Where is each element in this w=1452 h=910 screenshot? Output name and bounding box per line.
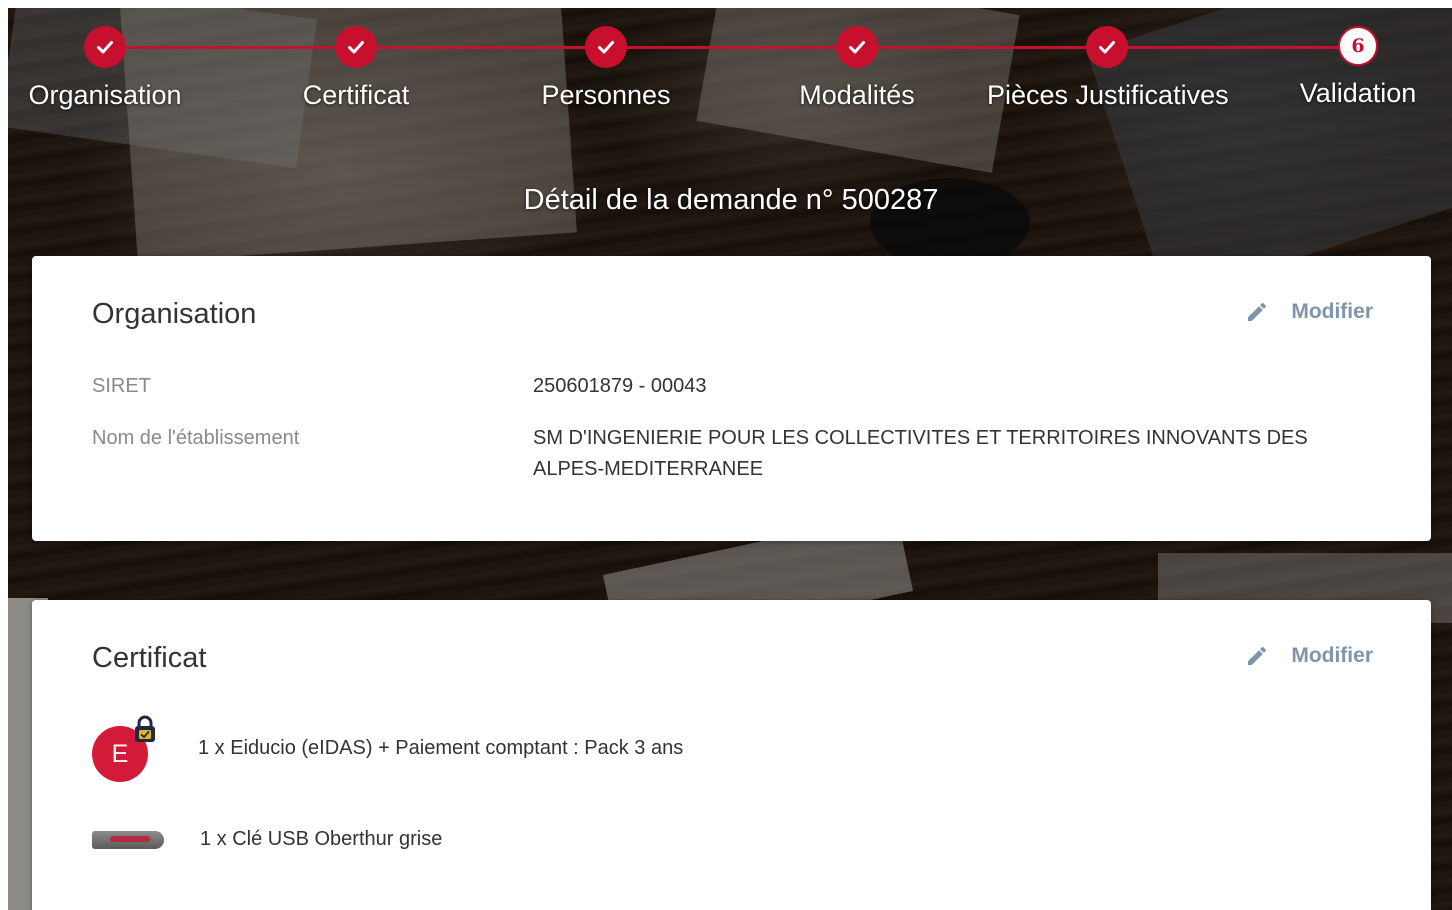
field-value: SM D'INGENIERIE POUR LES COLLECTIVITES E… — [533, 427, 1308, 480]
step-number-badge: 6 — [1338, 26, 1378, 66]
pencil-icon — [1248, 302, 1267, 321]
card-title: Certificat — [92, 642, 207, 674]
page-title: Détail de la demande n° 500287 — [523, 184, 939, 216]
usb-item: 1 x Clé USB Oberthur grise — [92, 828, 442, 851]
step-label: Pièces Justificatives — [987, 80, 1229, 110]
step-pieces-justificatives[interactable]: Pièces Justificatives — [987, 26, 1229, 111]
certificate-item-label: 1 x Eiducio (eIDAS) + Paiement comptant … — [198, 736, 684, 759]
certificate-item: E 1 x Eiducio (eIDAS) + Paiement comptan… — [92, 715, 684, 782]
pencil-icon — [1248, 646, 1267, 665]
modify-certificat-button[interactable]: Modifier — [1245, 644, 1373, 668]
step-label: Personnes — [541, 80, 671, 110]
usb-item-label: 1 x Clé USB Oberthur grise — [200, 828, 443, 850]
card-title: Organisation — [92, 298, 257, 330]
step-modalites[interactable]: Modalités — [737, 26, 977, 111]
modify-label: Modifier — [1291, 644, 1373, 667]
field-label: SIRET — [92, 375, 151, 397]
modify-organisation-button[interactable]: Modifier — [1245, 300, 1373, 324]
step-label: Modalités — [799, 80, 915, 110]
modify-label: Modifier — [1291, 300, 1373, 323]
check-icon — [335, 26, 377, 68]
check-icon — [84, 26, 126, 68]
step-organisation[interactable]: Organisation — [0, 26, 225, 111]
field-label: Nom de l'établissement — [92, 427, 300, 449]
check-icon — [585, 26, 627, 68]
certificat-card: Certificat Modifier E 1 x Eiducio (eIDAS… — [32, 600, 1431, 910]
check-icon — [1086, 26, 1128, 68]
step-personnes[interactable]: Personnes — [486, 26, 726, 111]
step-validation[interactable]: 6 Validation — [1238, 26, 1452, 109]
step-label: Validation — [1299, 78, 1417, 108]
field-value: 250601879 - 00043 — [533, 375, 707, 397]
step-label: Certificat — [302, 80, 410, 110]
check-icon — [836, 26, 878, 68]
progress-stepper: Organisation Certificat Personnes Modali… — [0, 0, 1452, 140]
organisation-card: Organisation Modifier SIRET 250601879 - … — [32, 256, 1431, 541]
step-label: Organisation — [28, 80, 182, 110]
usb-key-icon — [92, 830, 166, 850]
lock-icon — [135, 715, 155, 742]
eiducio-logo-icon: E — [92, 715, 155, 782]
step-certificat[interactable]: Certificat — [236, 26, 476, 111]
